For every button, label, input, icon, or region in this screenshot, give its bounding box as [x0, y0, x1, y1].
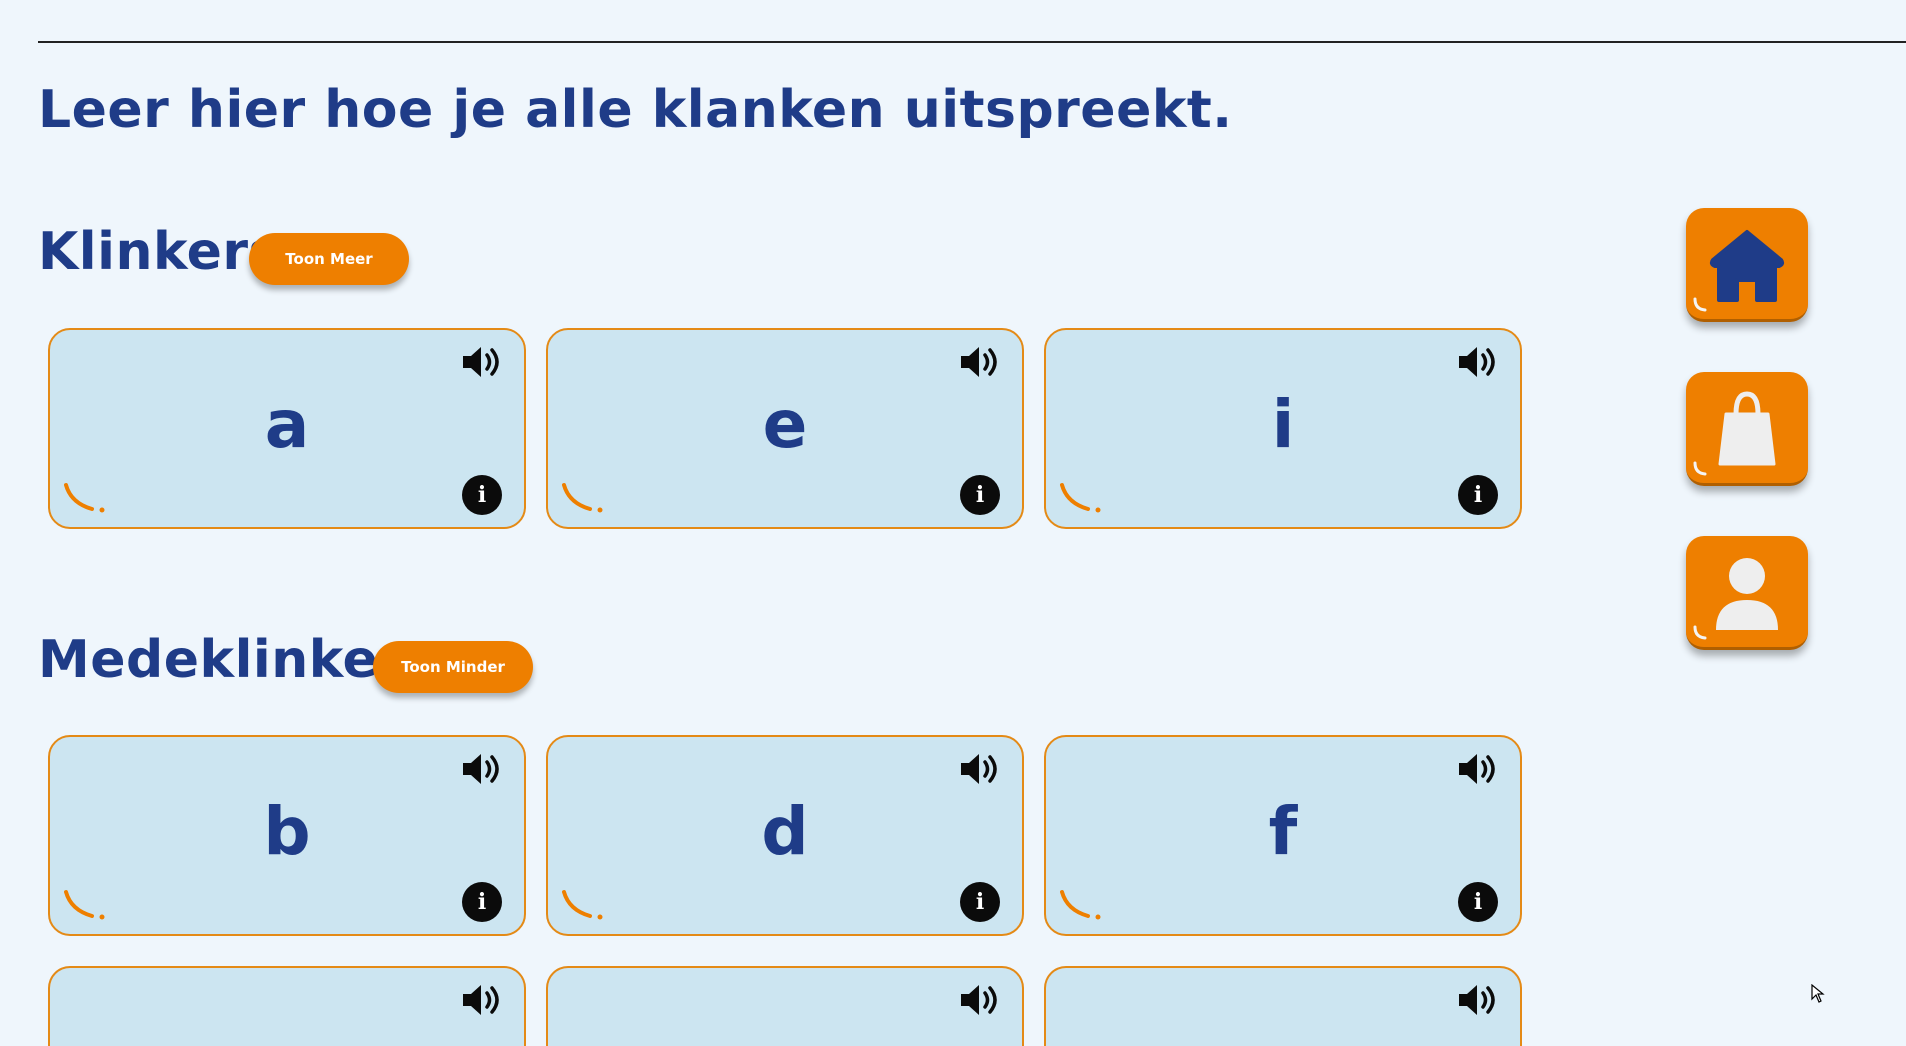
speaker-icon[interactable] — [460, 749, 504, 789]
sound-card-e[interactable]: e i — [546, 328, 1024, 529]
info-icon[interactable]: i — [960, 882, 1000, 922]
card-letter: d — [761, 793, 809, 870]
sheen-decoration — [1693, 461, 1707, 476]
shop-button[interactable] — [1686, 372, 1808, 486]
sound-card-partial[interactable] — [48, 966, 526, 1046]
speaker-icon[interactable] — [460, 342, 504, 382]
sound-card-d[interactable]: d i — [546, 735, 1024, 936]
speaker-icon[interactable] — [958, 980, 1002, 1020]
home-button[interactable] — [1686, 208, 1808, 322]
sheen-decoration — [1693, 625, 1707, 640]
info-icon[interactable]: i — [462, 882, 502, 922]
info-icon[interactable]: i — [1458, 882, 1498, 922]
arc-decoration-icon — [64, 483, 105, 513]
info-icon[interactable]: i — [960, 475, 1000, 515]
card-letter: e — [762, 386, 808, 463]
speaker-icon[interactable] — [1456, 980, 1500, 1020]
sound-card-b[interactable]: b i — [48, 735, 526, 936]
info-icon[interactable]: i — [462, 475, 502, 515]
speaker-icon[interactable] — [1456, 342, 1500, 382]
sheen-decoration — [1693, 297, 1707, 312]
sound-card-a[interactable]: a i — [48, 328, 526, 529]
toon-minder-button[interactable]: Toon Minder — [373, 641, 533, 693]
toon-meer-button[interactable]: Toon Meer — [249, 233, 409, 285]
arc-decoration-icon — [562, 890, 603, 920]
card-letter: a — [264, 386, 310, 463]
speaker-icon[interactable] — [958, 342, 1002, 382]
info-icon[interactable]: i — [1458, 475, 1498, 515]
klinkers-heading: Klinkers — [38, 222, 281, 282]
sound-card-partial[interactable] — [546, 966, 1024, 1046]
arc-decoration-icon — [562, 483, 603, 513]
card-letter: i — [1271, 386, 1295, 463]
profile-button[interactable] — [1686, 536, 1808, 650]
top-divider — [38, 41, 1906, 43]
speaker-icon[interactable] — [958, 749, 1002, 789]
speaker-icon[interactable] — [1456, 749, 1500, 789]
sound-card-f[interactable]: f i — [1044, 735, 1522, 936]
arc-decoration-icon — [1060, 483, 1101, 513]
sound-card-i[interactable]: i i — [1044, 328, 1522, 529]
arc-decoration-icon — [1060, 890, 1101, 920]
sound-card-partial[interactable] — [1044, 966, 1522, 1046]
arc-decoration-icon — [64, 890, 105, 920]
mouse-cursor-icon — [1811, 984, 1825, 1003]
page-title: Leer hier hoe je alle klanken uitspreekt… — [38, 80, 1233, 140]
card-letter: b — [263, 793, 311, 870]
speaker-icon[interactable] — [460, 980, 504, 1020]
card-letter: f — [1268, 793, 1298, 870]
